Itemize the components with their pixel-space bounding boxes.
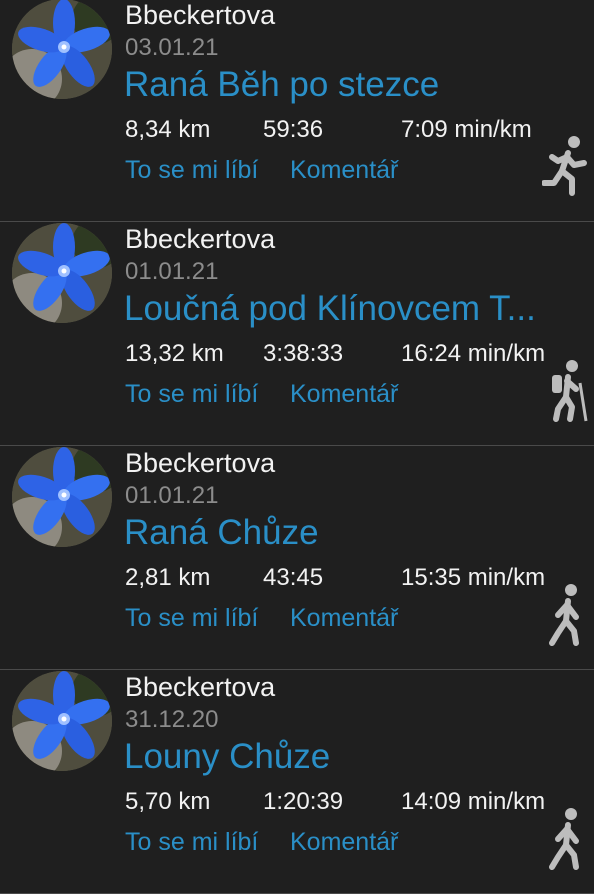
username[interactable]: Bbeckertova bbox=[125, 672, 275, 703]
running-icon bbox=[542, 136, 587, 196]
pace-value: 14:09 min/km bbox=[401, 788, 546, 815]
activity-date: 03.01.21 bbox=[125, 34, 219, 61]
activity-card[interactable]: Bbeckertova 03.01.21 Raná Běh po stezce … bbox=[0, 0, 594, 222]
avatar[interactable] bbox=[12, 447, 112, 547]
activity-title[interactable]: Louny Chůze bbox=[124, 737, 564, 777]
distance-value: 8,34 km bbox=[125, 116, 211, 143]
distance-value: 13,32 km bbox=[125, 340, 224, 367]
duration-value: 1:20:39 bbox=[263, 788, 344, 815]
comment-button[interactable]: Komentář bbox=[290, 380, 398, 409]
activity-card[interactable]: Bbeckertova 31.12.20 Louny Chůze 5,70 km… bbox=[0, 670, 594, 894]
username[interactable]: Bbeckertova bbox=[125, 224, 275, 255]
activity-date: 01.01.21 bbox=[125, 482, 219, 509]
duration-value: 59:36 bbox=[263, 116, 324, 143]
activity-title[interactable]: Loučná pod Klínovcem T... bbox=[124, 289, 564, 329]
like-button[interactable]: To se mi líbí bbox=[125, 828, 258, 857]
username[interactable]: Bbeckertova bbox=[125, 0, 275, 31]
avatar[interactable] bbox=[12, 671, 112, 771]
duration-value: 43:45 bbox=[263, 564, 324, 591]
like-button[interactable]: To se mi líbí bbox=[125, 604, 258, 633]
walking-icon bbox=[549, 808, 579, 870]
walking-icon bbox=[549, 584, 579, 646]
pace-value: 16:24 min/km bbox=[401, 340, 546, 367]
avatar[interactable] bbox=[12, 0, 112, 99]
pace-value: 15:35 min/km bbox=[401, 564, 546, 591]
hiking-icon bbox=[552, 360, 588, 422]
pace-value: 7:09 min/km bbox=[401, 116, 532, 143]
like-button[interactable]: To se mi líbí bbox=[125, 380, 258, 409]
like-button[interactable]: To se mi líbí bbox=[125, 156, 258, 185]
activity-feed: Bbeckertova 03.01.21 Raná Běh po stezce … bbox=[0, 0, 594, 894]
activity-date: 01.01.21 bbox=[125, 258, 219, 285]
activity-title[interactable]: Raná Chůze bbox=[124, 513, 564, 553]
activity-date: 31.12.20 bbox=[125, 706, 219, 733]
comment-button[interactable]: Komentář bbox=[290, 828, 398, 857]
comment-button[interactable]: Komentář bbox=[290, 604, 398, 633]
username[interactable]: Bbeckertova bbox=[125, 448, 275, 479]
blue-flower-image bbox=[12, 447, 112, 547]
blue-flower-image bbox=[12, 223, 112, 323]
distance-value: 2,81 km bbox=[125, 564, 211, 591]
avatar[interactable] bbox=[12, 223, 112, 323]
blue-flower-image bbox=[12, 671, 112, 771]
activity-title[interactable]: Raná Běh po stezce bbox=[124, 65, 564, 105]
activity-card[interactable]: Bbeckertova 01.01.21 Raná Chůze 2,81 km … bbox=[0, 446, 594, 670]
comment-button[interactable]: Komentář bbox=[290, 156, 398, 185]
blue-flower-image bbox=[12, 0, 112, 99]
duration-value: 3:38:33 bbox=[263, 340, 344, 367]
activity-card[interactable]: Bbeckertova 01.01.21 Loučná pod Klínovce… bbox=[0, 222, 594, 446]
distance-value: 5,70 km bbox=[125, 788, 211, 815]
